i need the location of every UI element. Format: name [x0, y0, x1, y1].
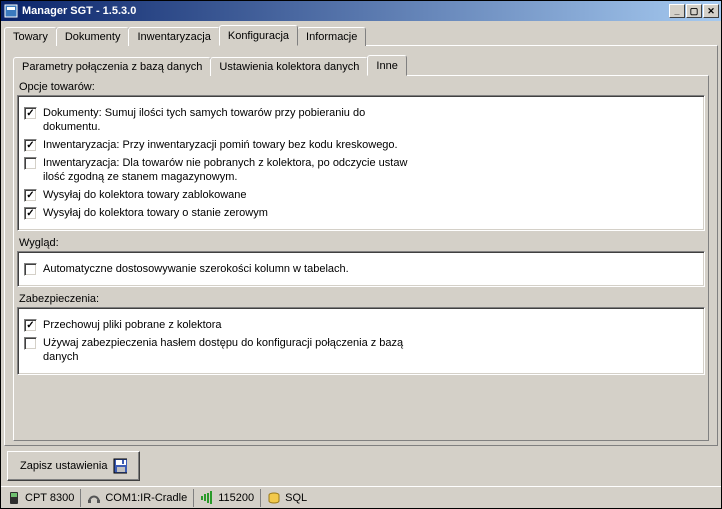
maximize-button[interactable]: ▢ — [686, 4, 702, 18]
save-button-label: Zapisz ustawienia — [20, 460, 107, 472]
checkbox-icon[interactable] — [24, 139, 37, 152]
status-bar: CPT 8300 COM1:IR-Cradle 115200 SQL — [1, 486, 721, 508]
checkbox-icon[interactable] — [24, 189, 37, 202]
checkbox-label: Dokumenty: Sumuj ilości tych samych towa… — [43, 106, 423, 134]
checkbox-icon[interactable] — [24, 263, 37, 276]
opt-wysylaj-zablokowane[interactable]: Wysyłaj do kolektora towary zablokowane — [24, 188, 698, 202]
group-label-wyglad: Wygląd: — [19, 237, 705, 249]
status-port: COM1:IR-Cradle — [85, 489, 194, 507]
group-zabezpieczenia: Zabezpieczenia: Przechowuj pliki pobrane… — [17, 293, 705, 375]
sub-tabs: Parametry połączenia z bazą danych Ustaw… — [13, 54, 709, 75]
checkbox-label: Inwentaryzacja: Przy inwentaryzacji pomi… — [43, 138, 398, 152]
close-button[interactable]: ✕ — [703, 4, 719, 18]
status-device-text: CPT 8300 — [25, 492, 74, 504]
minimize-button[interactable]: _ — [669, 4, 685, 18]
opt-wysylaj-stan-zerowy[interactable]: Wysyłaj do kolektora towary o stanie zer… — [24, 206, 698, 220]
group-opcje-towarow: Opcje towarów: Dokumenty: Sumuj ilości t… — [17, 81, 705, 231]
tab-panel-konfiguracja: Parametry połączenia z bazą danych Ustaw… — [4, 45, 718, 446]
titlebar: Manager SGT - 1.5.3.0 _ ▢ ✕ — [1, 1, 721, 21]
box-zabezpieczenia: Przechowuj pliki pobrane z kolektora Uży… — [17, 307, 705, 375]
checkbox-icon[interactable] — [24, 157, 37, 170]
group-label-zabezpieczenia: Zabezpieczenia: — [19, 293, 705, 305]
subtab-inne[interactable]: Inne — [367, 55, 406, 76]
opt-auto-szerokosc-kolumn[interactable]: Automatyczne dostosowywanie szerokości k… — [24, 262, 698, 276]
checkbox-icon[interactable] — [24, 107, 37, 120]
checkbox-icon[interactable] — [24, 337, 37, 350]
opt-dokumenty-sumuj[interactable]: Dokumenty: Sumuj ilości tych samych towa… — [24, 106, 698, 134]
status-port-text: COM1:IR-Cradle — [105, 492, 187, 504]
save-settings-button[interactable]: Zapisz ustawienia — [7, 451, 140, 481]
checkbox-icon[interactable] — [24, 207, 37, 220]
checkbox-label: Używaj zabezpieczenia hasłem dostępu do … — [43, 336, 423, 364]
status-speed: 115200 — [198, 489, 261, 507]
checkbox-label: Wysyłaj do kolektora towary zablokowane — [43, 188, 247, 202]
opt-zabezpieczenie-haslem[interactable]: Używaj zabezpieczenia hasłem dostępu do … — [24, 336, 698, 364]
checkbox-label: Wysyłaj do kolektora towary o stanie zer… — [43, 206, 268, 220]
subtab-ustawienia[interactable]: Ustawienia kolektora danych — [210, 57, 368, 76]
group-label-opcje: Opcje towarów: — [19, 81, 705, 93]
cable-icon — [87, 491, 101, 505]
subtab-parametry[interactable]: Parametry połączenia z bazą danych — [13, 57, 211, 76]
titlebar-title: Manager SGT - 1.5.3.0 — [22, 5, 668, 17]
opt-inwent-pomin-bez-kodu[interactable]: Inwentaryzacja: Przy inwentaryzacji pomi… — [24, 138, 698, 152]
status-db: SQL — [265, 489, 313, 507]
box-opcje: Dokumenty: Sumuj ilości tych samych towa… — [17, 95, 705, 231]
checkbox-label: Przechowuj pliki pobrane z kolektora — [43, 318, 222, 332]
status-device: CPT 8300 — [5, 489, 81, 507]
status-db-text: SQL — [285, 492, 307, 504]
floppy-disk-icon — [113, 459, 127, 473]
device-icon — [7, 491, 21, 505]
app-icon — [3, 3, 19, 19]
database-icon — [267, 491, 281, 505]
status-speed-text: 115200 — [218, 492, 254, 504]
subpanel-inne: Opcje towarów: Dokumenty: Sumuj ilości t… — [13, 75, 709, 441]
tab-inwentaryzacja[interactable]: Inwentaryzacja — [128, 27, 219, 46]
checkbox-label: Inwentaryzacja: Dla towarów nie pobranyc… — [43, 156, 423, 184]
tab-informacje[interactable]: Informacje — [297, 27, 366, 46]
app-window: Manager SGT - 1.5.3.0 _ ▢ ✕ Towary Dokum… — [0, 0, 722, 509]
main-tabs: Towary Dokumenty Inwentaryzacja Konfigur… — [4, 24, 718, 45]
footer-buttons: Zapisz ustawienia — [4, 446, 718, 486]
checkbox-icon[interactable] — [24, 319, 37, 332]
tab-konfiguracja[interactable]: Konfiguracja — [219, 25, 298, 46]
group-wyglad: Wygląd: Automatyczne dostosowywanie szer… — [17, 237, 705, 287]
opt-przechowuj-pliki[interactable]: Przechowuj pliki pobrane z kolektora — [24, 318, 698, 332]
tab-towary[interactable]: Towary — [4, 27, 57, 46]
signal-bars-icon — [200, 491, 214, 505]
box-wyglad: Automatyczne dostosowywanie szerokości k… — [17, 251, 705, 287]
opt-inwent-ilosc-zgodna[interactable]: Inwentaryzacja: Dla towarów nie pobranyc… — [24, 156, 698, 184]
window-controls: _ ▢ ✕ — [668, 4, 719, 18]
content-area: Towary Dokumenty Inwentaryzacja Konfigur… — [1, 21, 721, 486]
checkbox-label: Automatyczne dostosowywanie szerokości k… — [43, 262, 349, 276]
tab-dokumenty[interactable]: Dokumenty — [56, 27, 130, 46]
